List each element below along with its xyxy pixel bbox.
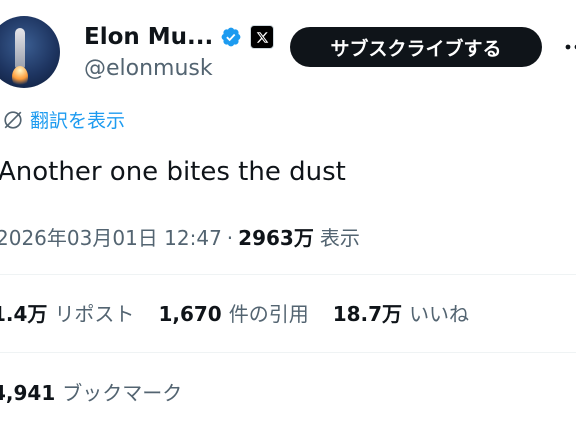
meta-separator: ·: [226, 226, 234, 250]
reposts-label: リポスト: [54, 302, 135, 326]
translate-icon: [4, 110, 22, 129]
bookmarks-stat[interactable]: 4,941 ブックマーク: [0, 377, 182, 406]
verified-badge-icon[interactable]: [220, 26, 242, 48]
author-name-row: Elon Mu...: [84, 20, 275, 54]
likes-stat[interactable]: 18.7万 いいね: [333, 298, 469, 327]
bookmarks-count: 4,941: [0, 381, 56, 405]
author-handle[interactable]: @elonmusk: [84, 56, 213, 81]
tweet-meta: 2026年03月01日 12:47 · 2963万 表示: [0, 222, 360, 251]
views-count: 2963万: [238, 226, 314, 250]
subscribe-button[interactable]: サブスクライブする: [290, 27, 542, 67]
quotes-label: 件の引用: [228, 302, 309, 326]
reposts-count: 1.4万: [0, 302, 48, 326]
tweet-text: Another one bites the dust: [0, 157, 346, 187]
views-label: 表示: [319, 226, 360, 250]
tweet-timestamp[interactable]: 2026年03月01日 12:47: [0, 222, 222, 251]
rocket-flame-graphic: [12, 66, 28, 88]
tweet-detail: Elon Mu... @elonmusk サブスクライブする 翻訳を表示 Ano…: [0, 0, 576, 430]
translate-link[interactable]: 翻訳を表示: [2, 106, 125, 133]
likes-label: いいね: [409, 302, 470, 326]
likes-count: 18.7万: [332, 302, 403, 326]
quotes-stat[interactable]: 1,670 件の引用: [158, 298, 308, 327]
translate-label: 翻訳を表示: [30, 110, 126, 132]
quotes-count: 1,670: [158, 302, 222, 326]
reposts-stat[interactable]: 1.4万 リポスト: [0, 298, 134, 327]
bookmarks-label: ブックマーク: [62, 381, 183, 405]
author-display-name[interactable]: Elon Mu...: [84, 24, 213, 50]
avatar[interactable]: [0, 16, 60, 88]
engagement-stats: 1.4万 リポスト 1,670 件の引用 18.7万 いいね: [0, 298, 493, 327]
x-affiliate-badge-icon[interactable]: [250, 25, 275, 49]
divider: [0, 352, 576, 353]
divider: [0, 274, 576, 275]
more-options-icon[interactable]: [562, 34, 576, 60]
rocket-graphic: [15, 28, 25, 68]
